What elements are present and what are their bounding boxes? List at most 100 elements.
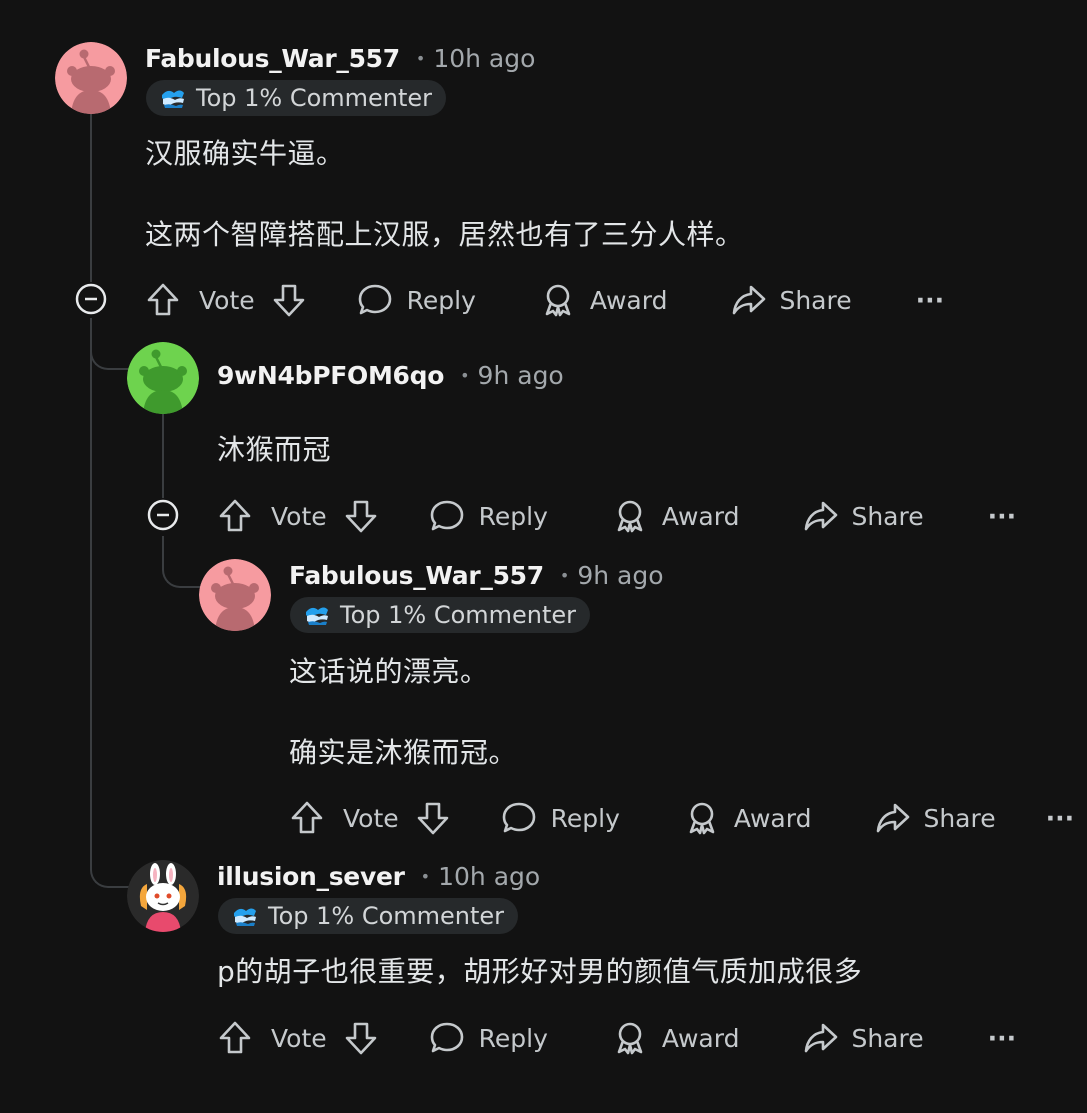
- separator-dot: •: [415, 48, 426, 68]
- thread-connector: [90, 840, 130, 888]
- comment-text: 确实是沐猴而冠。: [289, 736, 518, 769]
- share-label: Share: [923, 803, 996, 833]
- award-button[interactable]: Award: [612, 1020, 740, 1056]
- thread-line: [90, 114, 92, 282]
- upvote-icon: [291, 801, 323, 834]
- downvote-icon: [345, 1022, 376, 1055]
- username[interactable]: 9wN4bPFOM6qo: [217, 361, 444, 390]
- reply-button[interactable]: Reply: [429, 498, 548, 534]
- share-button[interactable]: Share: [803, 498, 924, 534]
- share-button[interactable]: Share: [731, 282, 852, 318]
- collapse-thread-button[interactable]: [75, 283, 107, 315]
- comment-text: 沐猴而冠: [217, 433, 332, 466]
- reply-label: Reply: [550, 803, 620, 833]
- vote-label: Vote: [199, 285, 255, 315]
- snoo-avatar-icon: [199, 559, 271, 631]
- timestamp[interactable]: 10h ago: [438, 862, 540, 891]
- commenter-badge-icon: [232, 904, 258, 928]
- share-icon: [805, 501, 838, 531]
- collapse-thread-button[interactable]: [147, 499, 179, 531]
- reply-button[interactable]: Reply: [357, 282, 476, 318]
- comment-text: p的胡子也很重要，胡形好对男的颜值气质加成很多: [217, 955, 863, 988]
- minus-circle-icon: [75, 283, 107, 315]
- separator-dot: •: [559, 565, 570, 585]
- vote-label: Vote: [343, 803, 399, 833]
- share-button[interactable]: Share: [875, 800, 996, 836]
- upvote-button[interactable]: [217, 1020, 253, 1056]
- badge-label: Top 1% Commenter: [196, 84, 433, 112]
- upvote-button[interactable]: [217, 498, 253, 534]
- upvote-button[interactable]: [145, 282, 181, 318]
- comment-text: 汉服确实牛逼。: [145, 137, 345, 170]
- avatar[interactable]: [127, 342, 199, 414]
- award-button[interactable]: Award: [540, 282, 668, 318]
- bunny-snoo-avatar-icon: [127, 860, 199, 932]
- commenter-badge-icon: [304, 603, 330, 627]
- upvote-button[interactable]: [289, 800, 325, 836]
- more-options-button[interactable]: ···: [916, 286, 945, 315]
- award-button[interactable]: Award: [684, 800, 812, 836]
- reply-label: Reply: [406, 285, 476, 315]
- comment-bubble-icon: [358, 284, 391, 315]
- share-icon: [733, 285, 766, 315]
- award-icon: [617, 500, 643, 533]
- comment-bubble-icon: [502, 802, 535, 833]
- award-icon: [617, 1022, 643, 1055]
- thread-connector: [90, 338, 130, 370]
- minus-circle-icon: [147, 499, 179, 531]
- downvote-button[interactable]: [343, 498, 379, 534]
- vote-label: Vote: [271, 501, 327, 531]
- award-icon: [689, 802, 715, 835]
- username[interactable]: illusion_sever: [217, 862, 405, 891]
- reply-button[interactable]: Reply: [501, 800, 620, 836]
- upvote-icon: [219, 499, 251, 532]
- downvote-button[interactable]: [343, 1020, 379, 1056]
- award-label: Award: [589, 285, 668, 315]
- share-icon: [877, 803, 910, 833]
- comment-action-bar: Vote Reply Award Share ···: [289, 793, 1074, 843]
- comment-text: 这话说的漂亮。: [289, 655, 489, 688]
- badge-label: Top 1% Commenter: [340, 601, 577, 629]
- comment-action-bar: Vote Reply Award Share ···: [145, 275, 944, 325]
- comment-action-bar: Vote Reply Award Share ···: [217, 491, 1016, 541]
- badge-label: Top 1% Commenter: [268, 902, 505, 930]
- status-badge: Top 1% Commenter: [218, 898, 519, 934]
- share-label: Share: [779, 285, 852, 315]
- downvote-button[interactable]: [271, 282, 307, 318]
- timestamp[interactable]: 10h ago: [433, 44, 535, 73]
- award-icon: [545, 284, 571, 317]
- downvote-icon: [273, 284, 304, 317]
- award-label: Award: [733, 803, 812, 833]
- comment-bubble-icon: [430, 1022, 463, 1053]
- downvote-icon: [417, 802, 448, 835]
- comment-text: 这两个智障搭配上汉服，居然也有了三分人样。: [145, 218, 744, 251]
- upvote-icon: [219, 1021, 251, 1054]
- timestamp[interactable]: 9h ago: [478, 361, 564, 390]
- share-label: Share: [851, 1023, 924, 1053]
- more-options-button[interactable]: ···: [988, 502, 1017, 531]
- reply-button[interactable]: Reply: [429, 1020, 548, 1056]
- avatar[interactable]: [55, 42, 127, 114]
- award-label: Award: [661, 1023, 740, 1053]
- avatar[interactable]: [199, 559, 271, 631]
- commenter-badge-icon: [160, 86, 186, 110]
- share-button[interactable]: Share: [803, 1020, 924, 1056]
- share-icon: [805, 1023, 838, 1053]
- snoo-avatar-icon: [55, 42, 127, 114]
- comment-bubble-icon: [430, 500, 463, 531]
- separator-dot: •: [460, 365, 470, 385]
- status-badge: Top 1% Commenter: [290, 597, 591, 633]
- username[interactable]: Fabulous_War_557: [289, 561, 544, 590]
- comment-action-bar: Vote Reply Award Share ···: [217, 1013, 1016, 1063]
- reply-label: Reply: [478, 1023, 548, 1053]
- avatar[interactable]: [127, 860, 199, 932]
- thread-connector: [162, 536, 202, 588]
- downvote-button[interactable]: [415, 800, 451, 836]
- timestamp[interactable]: 9h ago: [577, 561, 663, 590]
- status-badge: Top 1% Commenter: [146, 80, 447, 116]
- more-options-button[interactable]: ···: [988, 1024, 1017, 1053]
- more-options-button[interactable]: ···: [1046, 804, 1075, 833]
- award-button[interactable]: Award: [612, 498, 739, 534]
- reply-label: Reply: [478, 501, 548, 531]
- username[interactable]: Fabulous_War_557: [145, 44, 400, 73]
